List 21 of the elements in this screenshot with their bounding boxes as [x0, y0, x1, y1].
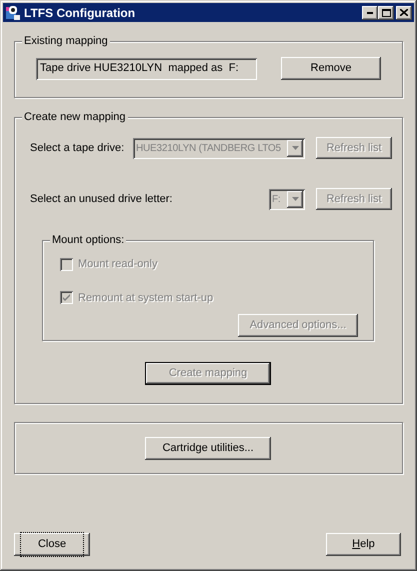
drive-letter-label: Select an unused drive letter: — [30, 192, 174, 207]
checkmark-icon — [62, 293, 71, 302]
help-button[interactable]: Help — [326, 533, 401, 556]
window-title: LTFS Configuration — [24, 4, 136, 22]
tape-drive-label: Select a tape drive: — [30, 140, 126, 156]
close-icon — [400, 9, 408, 16]
minimize-button[interactable] — [362, 6, 378, 20]
maximize-icon — [382, 8, 390, 16]
close-button[interactable] — [396, 6, 412, 20]
close-dialog-button[interactable]: Close — [14, 533, 90, 556]
group-title: Create new mapping — [22, 110, 128, 124]
group-title: Existing mapping — [22, 34, 110, 48]
minimize-icon — [367, 12, 373, 14]
remove-button[interactable]: Remove — [281, 57, 381, 80]
checkbox-label: Remount at system start-up — [78, 290, 214, 306]
group-title: Mount options: — [50, 233, 126, 247]
checkbox-label: Mount read-only — [78, 257, 158, 272]
cartridge-utilities-button[interactable]: Cartridge utilities... — [145, 437, 271, 460]
maximize-button[interactable] — [378, 6, 394, 20]
app-icon — [5, 4, 21, 20]
mapping-field[interactable]: Tape drive HUE3210LYN mapped as F: — [36, 58, 257, 80]
